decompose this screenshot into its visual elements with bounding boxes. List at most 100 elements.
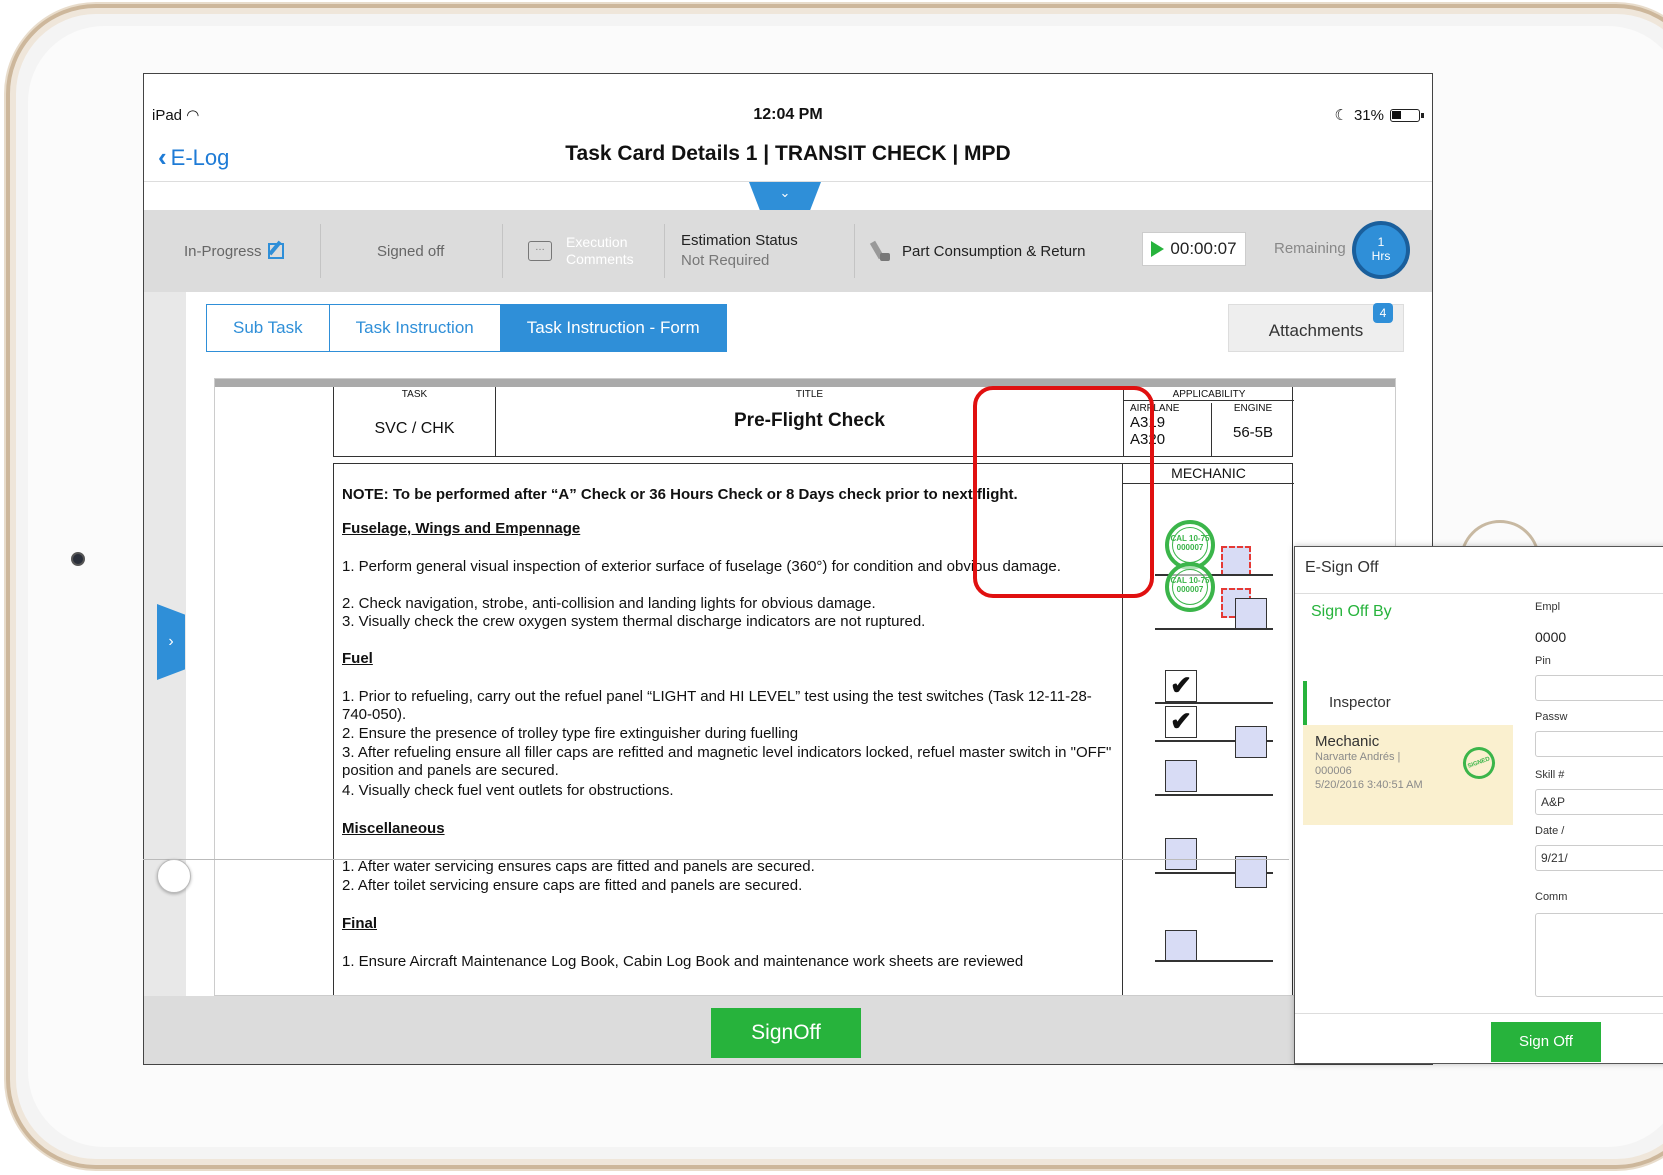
mechanic-checkbox[interactable] bbox=[1165, 760, 1197, 792]
signoff-button[interactable]: SignOff bbox=[711, 1008, 861, 1058]
instruction-item: 3. After refueling ensure all filler cap… bbox=[342, 744, 1112, 779]
play-icon bbox=[1151, 241, 1165, 257]
signer-inspector[interactable]: Inspector bbox=[1303, 681, 1513, 725]
mechanic-signoff-highlight bbox=[973, 386, 1154, 598]
remaining-hours-badge: 1 Hrs bbox=[1352, 221, 1410, 279]
battery-icon bbox=[1390, 108, 1424, 122]
instruction-item: 3. Visually check the crew oxygen system… bbox=[342, 613, 926, 630]
task-cell: TASK SVC / CHK bbox=[334, 387, 496, 456]
signature-line bbox=[1155, 794, 1273, 796]
employee-label: Empl bbox=[1535, 601, 1561, 613]
attachments-count-badge: 4 bbox=[1373, 303, 1393, 323]
check-mark-icon: ✔ bbox=[1170, 706, 1192, 736]
battery-status: ☾ 31% bbox=[1334, 106, 1424, 124]
estimation-status: Estimation Status Not Required bbox=[681, 210, 798, 292]
main-content: Sub Task Task Instruction Task Instructi… bbox=[144, 292, 1432, 996]
divider bbox=[320, 224, 321, 278]
tab-task-instruction-form[interactable]: Task Instruction - Form bbox=[500, 305, 726, 351]
part-consumption-label: Part Consumption & Return bbox=[902, 242, 1086, 260]
tab-task-instruction[interactable]: Task Instruction bbox=[330, 305, 501, 351]
inspector-signoff-box[interactable] bbox=[1235, 598, 1267, 630]
section-title-final: Final bbox=[342, 915, 378, 932]
stamp-text: CAL 10-75 000007 bbox=[1170, 576, 1210, 594]
comments-input[interactable] bbox=[1535, 913, 1663, 997]
pin-input[interactable] bbox=[1535, 675, 1663, 701]
inspector-signoff-box[interactable] bbox=[1235, 726, 1267, 758]
instruction-item: 2. After toilet servicing ensure caps ar… bbox=[342, 877, 803, 894]
esign-title: E-Sign Off bbox=[1305, 559, 1379, 576]
mechanic-signoff-box[interactable] bbox=[1221, 546, 1251, 576]
instruction-item: 2. Ensure the presence of trolley type f… bbox=[342, 725, 799, 742]
in-progress-label: In-Progress bbox=[184, 242, 262, 260]
battery-percent: 31% bbox=[1353, 106, 1384, 124]
instruction-item: 4. Visually check fuel vent outlets for … bbox=[342, 782, 674, 799]
check-mark-icon: ✔ bbox=[1170, 670, 1192, 700]
edit-icon[interactable] bbox=[267, 243, 284, 259]
status-bar: iPad ◠ 12:04 PM ☾ 31% bbox=[144, 74, 1432, 130]
signature-line bbox=[1155, 628, 1273, 630]
hours-value: 1 bbox=[1377, 235, 1385, 249]
employee-value: 0000 bbox=[1535, 629, 1567, 645]
signer-mechanic[interactable]: Mechanic Narvarte Andrés | 000006 5/20/2… bbox=[1303, 725, 1513, 825]
task-form-document[interactable]: TASK SVC / CHK TITLE Pre-Flight Check AP… bbox=[214, 378, 1396, 996]
task-value: SVC / CHK bbox=[374, 420, 455, 437]
mechanic-checkbox[interactable] bbox=[1165, 838, 1197, 870]
execution-comments-label: Execution Comments bbox=[566, 234, 634, 267]
password-label: Passw bbox=[1535, 711, 1568, 723]
camera-icon bbox=[71, 552, 85, 566]
scroll-handle[interactable] bbox=[157, 859, 191, 893]
footer-bar: SignOff bbox=[144, 996, 1432, 1064]
date-label: Date / bbox=[1535, 825, 1565, 837]
signed-stamp-text: SIGNED bbox=[1467, 756, 1491, 770]
signer-list: Inspector Mechanic Narvarte Andrés | 000… bbox=[1303, 595, 1513, 1015]
moon-icon: ☾ bbox=[1334, 107, 1348, 124]
side-panel-toggle[interactable]: › bbox=[157, 604, 185, 680]
ipad-screen: iPad ◠ 12:04 PM ☾ 31% ‹ E-Log Task Card … bbox=[143, 73, 1433, 1065]
estimation-status-value: Not Required bbox=[681, 252, 770, 269]
skill-select[interactable]: A&P bbox=[1535, 789, 1663, 815]
instruction-item: 1. Prior to refueling, carry out the ref… bbox=[342, 688, 1092, 723]
page-title: Task Card Details 1 | TRANSIT CHECK | MP… bbox=[565, 142, 1011, 165]
attachments-button[interactable]: Attachments 4 bbox=[1228, 303, 1404, 352]
tab-bar: Sub Task Task Instruction Task Instructi… bbox=[206, 304, 727, 352]
password-input[interactable] bbox=[1535, 731, 1663, 757]
inspector-signoff-box[interactable] bbox=[1235, 856, 1267, 888]
in-progress-status[interactable]: In-Progress bbox=[184, 210, 284, 292]
mechanic-checkbox[interactable] bbox=[1165, 930, 1197, 962]
chevron-down-icon: ⌄ bbox=[779, 185, 791, 200]
divider bbox=[1295, 593, 1663, 594]
date-input[interactable]: 9/21/ bbox=[1535, 845, 1663, 871]
collapse-toggle[interactable]: ⌄ bbox=[749, 182, 821, 210]
skill-label: Skill # bbox=[1535, 769, 1565, 781]
section-title-miscellaneous: Miscellaneous bbox=[342, 820, 445, 837]
task-label: TASK bbox=[401, 389, 428, 400]
instruction-item: 1. After water servicing ensures caps ar… bbox=[342, 858, 815, 875]
scroll-track bbox=[143, 859, 1289, 860]
engine-value: 56-5B bbox=[1232, 424, 1274, 441]
signature-line bbox=[1155, 702, 1273, 704]
part-consumption-button[interactable]: Part Consumption & Return bbox=[872, 210, 1085, 292]
divider bbox=[502, 224, 503, 278]
esign-signoff-button[interactable]: Sign Off bbox=[1491, 1022, 1601, 1062]
document-top-bar bbox=[215, 379, 1395, 387]
mechanic-checkbox-checked[interactable]: ✔ bbox=[1165, 670, 1197, 702]
clock: 12:04 PM bbox=[753, 106, 823, 123]
section-title-fuel: Fuel bbox=[342, 650, 373, 667]
signed-off-status[interactable]: Signed off bbox=[377, 210, 444, 292]
task-timer[interactable]: 00:00:07 bbox=[1142, 232, 1246, 266]
signed-off-label: Signed off bbox=[377, 242, 445, 260]
mechanic-checkbox-checked[interactable]: ✔ bbox=[1165, 706, 1197, 738]
timer-value: 00:00:07 bbox=[1170, 239, 1237, 258]
chevron-right-icon: › bbox=[168, 633, 174, 650]
execution-comments-button[interactable]: … Execution Comments bbox=[528, 210, 646, 292]
comments-label: Comm bbox=[1535, 891, 1568, 903]
signature-line bbox=[1155, 960, 1273, 962]
hand-truck-icon bbox=[872, 239, 892, 263]
tab-sub-task[interactable]: Sub Task bbox=[207, 305, 330, 351]
attachments-label: Attachments bbox=[1268, 321, 1364, 340]
engine-cell: ENGINE 56-5B bbox=[1212, 403, 1294, 457]
approval-stamp: CAL 10-75 000007 bbox=[1165, 562, 1215, 612]
estimation-status-label: Estimation Status bbox=[681, 232, 798, 249]
stamp-text: CAL 10-75 000007 bbox=[1170, 534, 1210, 552]
signer-datetime: 5/20/2016 3:40:51 AM bbox=[1315, 779, 1423, 791]
